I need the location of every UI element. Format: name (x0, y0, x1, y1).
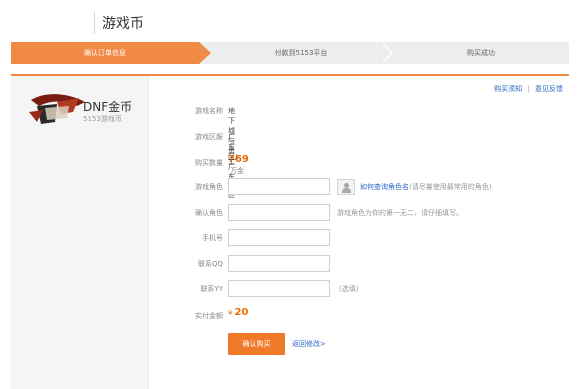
link-separator: | (527, 85, 530, 93)
amount-number: 20 (234, 307, 249, 318)
phone-label: 手机号 (202, 234, 223, 242)
game-name-label: 游戏名称 (195, 107, 223, 115)
yy-optional-hint: (选填) (339, 285, 359, 293)
amount-label: 实付金额 (195, 312, 223, 320)
product-subtitle: 5153游戏币 (83, 115, 122, 123)
page-header: 游戏币 (0, 0, 587, 42)
confirm-character-hint: 游戏角色为你的第一无二，请仔细填写。 (337, 209, 463, 217)
order-panel: DNF金币 5153游戏币 购买须知 | 意见反馈 游戏名称 地下城与勇士 游戏… (11, 74, 569, 389)
order-progress-steps: 确认订单信息 付款到5153平台 购买成功 (11, 42, 569, 64)
character-picker-button[interactable] (337, 179, 355, 195)
product-sidebar: DNF金币 5153游戏币 (11, 76, 149, 389)
currency-symbol: ¥ (228, 309, 233, 317)
header-divider (94, 12, 95, 34)
step-arrow-active (199, 42, 211, 64)
qq-label: 联系QQ (197, 260, 223, 268)
how-to-find-character-link[interactable]: 如何查询角色名 (360, 183, 409, 191)
guide-link[interactable]: 购买须知 (494, 85, 522, 93)
qq-input[interactable] (228, 255, 330, 272)
step-purchase-success: 购买成功 (467, 49, 495, 57)
back-to-edit-link[interactable]: 返回修改> (292, 339, 326, 349)
phone-input[interactable] (228, 229, 330, 246)
user-icon-body (342, 188, 351, 193)
row-yy: 联系YY (选填) (161, 280, 421, 298)
step-confirm-order: 确认订单信息 (11, 42, 199, 64)
step-pay-platform: 付款到5153平台 (274, 49, 328, 57)
amount-value: ¥20 (228, 307, 248, 318)
quantity-label: 购买数量 (195, 159, 223, 167)
confirm-purchase-button[interactable]: 确认购买 (228, 333, 285, 355)
feedback-link[interactable]: 意见反馈 (535, 85, 563, 93)
quantity-number: 769 (228, 154, 249, 165)
row-confirm-character: 确认角色 游戏角色为你的第一无二，请仔细填写。 (161, 204, 561, 222)
character-hint: 如何查询角色名(请尽量使用最常用的角色) (360, 182, 491, 192)
page-title: 游戏币 (102, 16, 144, 32)
product-name: DNF金币 (83, 100, 133, 114)
dnf-logo-icon (29, 94, 85, 124)
character-input[interactable] (228, 178, 330, 195)
yy-label: 联系YY (200, 285, 223, 293)
top-links: 购买须知 | 意见反馈 (491, 84, 563, 94)
confirm-character-input[interactable] (228, 204, 330, 221)
confirm-character-label: 确认角色 (195, 209, 223, 217)
character-label: 游戏角色 (195, 183, 223, 191)
row-character: 游戏角色 如何查询角色名(请尽量使用最常用的角色) (161, 178, 561, 196)
step-separator-inner (381, 42, 391, 64)
character-hint-text: (请尽量使用最常用的角色) (409, 183, 492, 191)
yy-input[interactable] (228, 280, 330, 297)
server-label: 游戏区服 (195, 133, 223, 141)
